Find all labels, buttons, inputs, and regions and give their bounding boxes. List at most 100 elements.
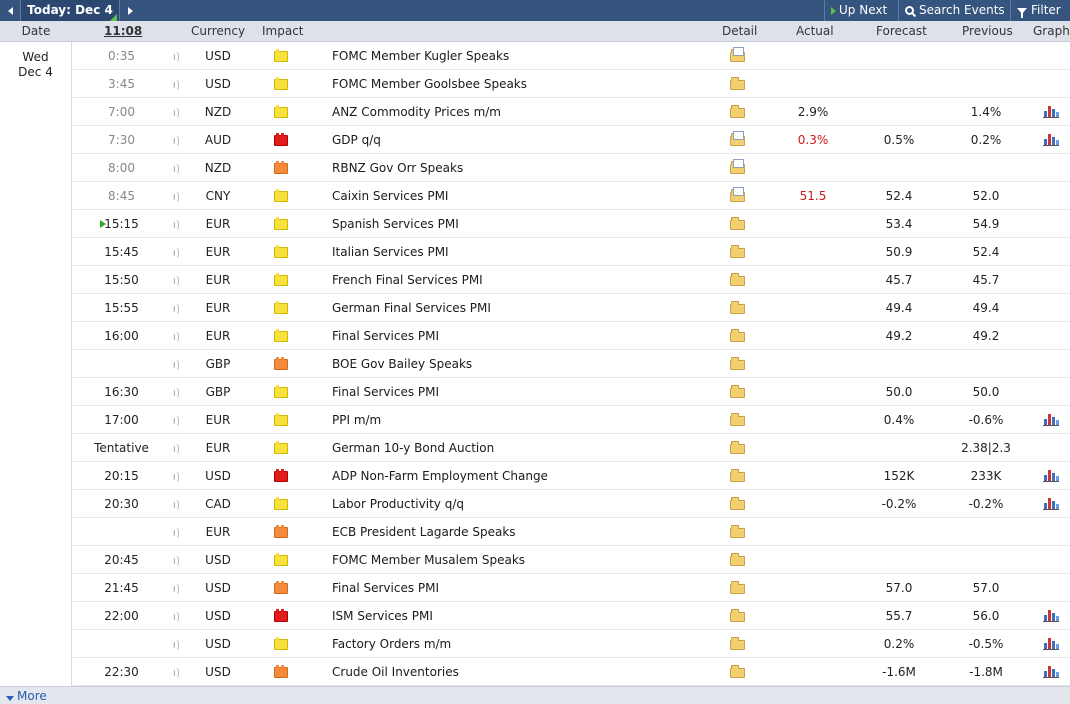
sound-alert-toggle[interactable]	[171, 546, 181, 574]
event-row[interactable]: EUR ECB President Lagarde Speaks	[73, 518, 1070, 546]
sound-alert-toggle[interactable]	[171, 658, 181, 686]
sound-alert-toggle[interactable]	[171, 266, 181, 294]
event-title[interactable]: FOMC Member Goolsbee Speaks	[332, 70, 527, 98]
event-detail-button[interactable]	[730, 518, 746, 546]
event-row[interactable]: 21:45 USD Final Services PMI 57.0 57.0	[73, 574, 1070, 602]
sound-alert-toggle[interactable]	[171, 630, 181, 658]
event-graph-button[interactable]	[1043, 98, 1059, 126]
event-row[interactable]: 8:45 CNY Caixin Services PMI 51.5 52.4 52.0	[73, 182, 1070, 210]
today-button[interactable]: Today: Dec 4	[20, 0, 120, 21]
event-detail-button[interactable]	[730, 182, 746, 210]
event-title[interactable]: Final Services PMI	[332, 378, 439, 406]
event-title[interactable]: Final Services PMI	[332, 574, 439, 602]
event-detail-button[interactable]	[730, 434, 746, 462]
sound-alert-toggle[interactable]	[171, 238, 181, 266]
event-title[interactable]: German 10-y Bond Auction	[332, 434, 494, 462]
sound-alert-toggle[interactable]	[171, 210, 181, 238]
event-detail-button[interactable]	[730, 322, 746, 350]
event-detail-button[interactable]	[730, 126, 746, 154]
event-title[interactable]: French Final Services PMI	[332, 266, 483, 294]
event-row[interactable]: 20:45 USD FOMC Member Musalem Speaks	[73, 546, 1070, 574]
sound-alert-toggle[interactable]	[171, 182, 181, 210]
event-title[interactable]: Labor Productivity q/q	[332, 490, 464, 518]
event-detail-button[interactable]	[730, 42, 746, 70]
sound-alert-toggle[interactable]	[171, 378, 181, 406]
event-row[interactable]: 22:30 USD Crude Oil Inventories -1.6M -1.8M	[73, 658, 1070, 686]
event-detail-button[interactable]	[730, 630, 746, 658]
event-title[interactable]: ECB President Lagarde Speaks	[332, 518, 516, 546]
sound-alert-toggle[interactable]	[171, 490, 181, 518]
event-detail-button[interactable]	[730, 462, 746, 490]
event-detail-button[interactable]	[730, 154, 746, 182]
sound-alert-toggle[interactable]	[171, 462, 181, 490]
event-row[interactable]: 17:00 EUR PPI m/m 0.4% -0.6%	[73, 406, 1070, 434]
event-title[interactable]: Caixin Services PMI	[332, 182, 448, 210]
event-detail-button[interactable]	[730, 378, 746, 406]
more-button[interactable]: More	[6, 688, 47, 704]
event-detail-button[interactable]	[730, 574, 746, 602]
event-title[interactable]: ANZ Commodity Prices m/m	[332, 98, 501, 126]
event-graph-button[interactable]	[1043, 406, 1059, 434]
event-row[interactable]: 7:00 NZD ANZ Commodity Prices m/m 2.9% 1.4%	[73, 98, 1070, 126]
event-row[interactable]: 20:15 USD ADP Non-Farm Employment Change 15…	[73, 462, 1070, 490]
event-row[interactable]: 16:00 EUR Final Services PMI 49.2 49.2	[73, 322, 1070, 350]
event-row[interactable]: USD Factory Orders m/m 0.2% -0.5%	[73, 630, 1070, 658]
event-row[interactable]: 7:30 AUD GDP q/q 0.3% 0.5% 0.2%	[73, 126, 1070, 154]
event-row[interactable]: 15:55 EUR German Final Services PMI 49.4 49.…	[73, 294, 1070, 322]
event-title[interactable]: BOE Gov Bailey Speaks	[332, 350, 472, 378]
event-title[interactable]: FOMC Member Musalem Speaks	[332, 546, 525, 574]
sound-alert-toggle[interactable]	[171, 350, 181, 378]
filter-button[interactable]: Filter	[1010, 0, 1070, 21]
sound-alert-toggle[interactable]	[171, 154, 181, 182]
up-next-button[interactable]: Up Next	[824, 0, 898, 21]
event-graph-button[interactable]	[1043, 658, 1059, 686]
event-title[interactable]: ISM Services PMI	[332, 602, 433, 630]
event-row[interactable]: 15:15 EUR Spanish Services PMI 53.4 54.9	[73, 210, 1070, 238]
sound-alert-toggle[interactable]	[171, 574, 181, 602]
event-title[interactable]: Spanish Services PMI	[332, 210, 459, 238]
event-row[interactable]: GBP BOE Gov Bailey Speaks	[73, 350, 1070, 378]
event-detail-button[interactable]	[730, 490, 746, 518]
sound-alert-toggle[interactable]	[171, 294, 181, 322]
sound-alert-toggle[interactable]	[171, 518, 181, 546]
sound-alert-toggle[interactable]	[171, 70, 181, 98]
event-graph-button[interactable]	[1043, 126, 1059, 154]
event-title[interactable]: RBNZ Gov Orr Speaks	[332, 154, 463, 182]
event-detail-button[interactable]	[730, 602, 746, 630]
event-detail-button[interactable]	[730, 70, 746, 98]
event-title[interactable]: FOMC Member Kugler Speaks	[332, 42, 509, 70]
event-row[interactable]: 8:00 NZD RBNZ Gov Orr Speaks	[73, 154, 1070, 182]
event-row[interactable]: 16:30 GBP Final Services PMI 50.0 50.0	[73, 378, 1070, 406]
sound-alert-toggle[interactable]	[171, 434, 181, 462]
event-detail-button[interactable]	[730, 406, 746, 434]
event-title[interactable]: Final Services PMI	[332, 322, 439, 350]
search-events-button[interactable]: Search Events	[898, 0, 1010, 21]
event-detail-button[interactable]	[730, 658, 746, 686]
event-detail-button[interactable]	[730, 350, 746, 378]
event-detail-button[interactable]	[730, 294, 746, 322]
event-title[interactable]: Crude Oil Inventories	[332, 658, 459, 686]
event-graph-button[interactable]	[1043, 462, 1059, 490]
sound-alert-toggle[interactable]	[171, 602, 181, 630]
event-graph-button[interactable]	[1043, 602, 1059, 630]
event-graph-button[interactable]	[1043, 490, 1059, 518]
event-row[interactable]: 3:45 USD FOMC Member Goolsbee Speaks	[73, 70, 1070, 98]
event-title[interactable]: GDP q/q	[332, 126, 381, 154]
current-time-link[interactable]: 11:08	[104, 21, 142, 42]
event-detail-button[interactable]	[730, 210, 746, 238]
sound-alert-toggle[interactable]	[171, 126, 181, 154]
event-detail-button[interactable]	[730, 266, 746, 294]
event-row[interactable]: 0:35 USD FOMC Member Kugler Speaks	[73, 42, 1070, 70]
event-title[interactable]: ADP Non-Farm Employment Change	[332, 462, 548, 490]
previous-day-button[interactable]	[0, 0, 20, 21]
event-row[interactable]: Tentative EUR German 10-y Bond Auction 2.38…	[73, 434, 1070, 462]
event-detail-button[interactable]	[730, 546, 746, 574]
next-day-button[interactable]	[120, 0, 140, 21]
event-row[interactable]: 20:30 CAD Labor Productivity q/q -0.2% -0.2%	[73, 490, 1070, 518]
event-row[interactable]: 15:45 EUR Italian Services PMI 50.9 52.4	[73, 238, 1070, 266]
sound-alert-toggle[interactable]	[171, 42, 181, 70]
event-title[interactable]: German Final Services PMI	[332, 294, 491, 322]
event-row[interactable]: 15:50 EUR French Final Services PMI 45.7 45.…	[73, 266, 1070, 294]
event-graph-button[interactable]	[1043, 630, 1059, 658]
event-title[interactable]: Italian Services PMI	[332, 238, 449, 266]
